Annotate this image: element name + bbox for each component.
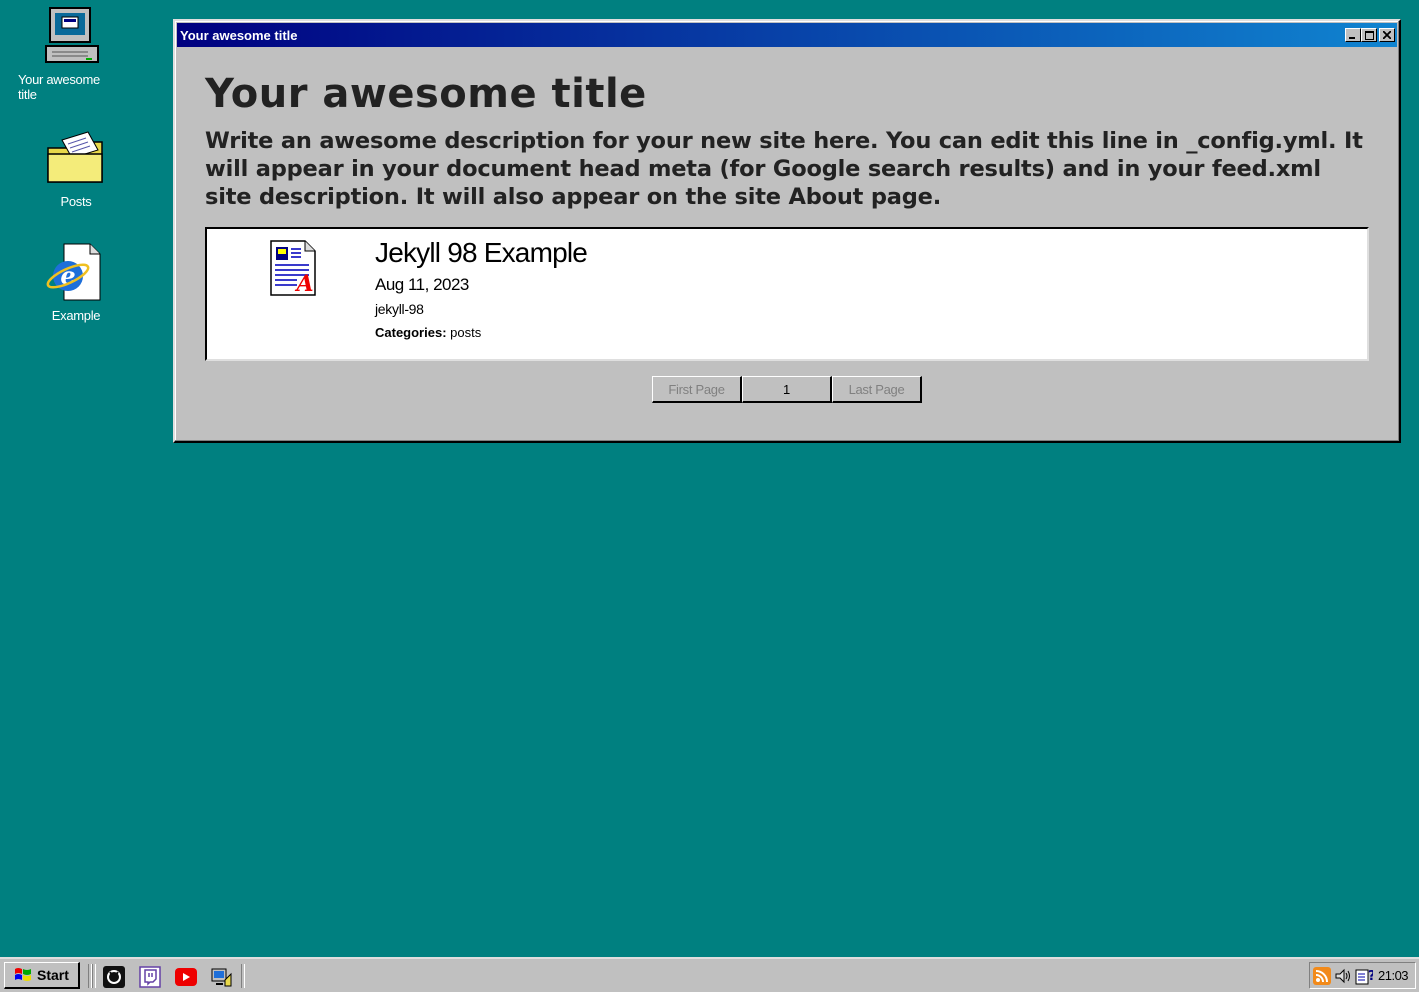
site-description: Write an awesome description for your ne…: [205, 128, 1363, 210]
volume-icon[interactable]: [1334, 967, 1352, 985]
first-page-button[interactable]: First Page: [652, 376, 742, 403]
post-title-link[interactable]: Jekyll 98 Example: [375, 235, 588, 271]
categories-label: Categories:: [375, 325, 447, 340]
twitch-icon[interactable]: [139, 966, 161, 988]
taskbar-separator: [241, 964, 245, 988]
svg-text:?: ?: [1368, 969, 1373, 984]
youtube-icon[interactable]: [175, 966, 197, 988]
svg-text:A: A: [294, 271, 313, 297]
start-label: Start: [37, 967, 69, 983]
desktop-icon-label: Your awesome title: [18, 72, 100, 102]
github-icon[interactable]: [103, 966, 125, 988]
pagination: First Page 1 Last Page: [205, 376, 1369, 403]
system-tray: ? 21:03: [1309, 962, 1416, 989]
my-computer-icon: [42, 4, 106, 68]
help-icon[interactable]: ?: [1355, 967, 1373, 985]
post-date: Aug 11, 2023: [375, 275, 469, 294]
post-categories: Categories: posts: [375, 325, 587, 340]
current-page-button[interactable]: 1: [742, 376, 832, 403]
page-title: Your awesome title: [205, 71, 647, 117]
internet-explorer-icon: e: [44, 240, 108, 304]
desktop-icon-your-awesome-title[interactable]: Your awesome title: [14, 4, 114, 102]
taskbar: Start ? 21:03: [0, 957, 1419, 992]
windows-logo-icon: [15, 968, 31, 981]
post-list: A Jekyll 98 Example Aug 11, 2023 jekyll-…: [205, 227, 1369, 361]
folder-icon: [44, 126, 108, 190]
post-item: Jekyll 98 Example Aug 11, 2023 jekyll-98…: [375, 235, 588, 340]
maximize-button[interactable]: [1361, 28, 1377, 42]
minimize-button[interactable]: [1345, 28, 1361, 42]
categories-value[interactable]: posts: [450, 325, 481, 340]
taskbar-separator: [92, 964, 96, 988]
window-content: Your awesome title Write an awesome desc…: [175, 69, 1399, 403]
post-slug: jekyll-98: [375, 301, 424, 317]
start-button[interactable]: Start: [4, 962, 80, 989]
minimize-icon: [1349, 37, 1355, 39]
desktop-icon-label: Example: [51, 308, 101, 323]
main-window: Your awesome title Your awesome title Wr…: [173, 19, 1401, 443]
desktop-icon-posts[interactable]: Posts: [26, 126, 126, 209]
desktop-icon-example[interactable]: e Example: [26, 240, 126, 323]
clock[interactable]: 21:03: [1378, 968, 1409, 983]
close-button[interactable]: [1379, 28, 1395, 42]
window-titlebar[interactable]: Your awesome title: [177, 23, 1397, 47]
desktop-icon-label: Posts: [60, 194, 92, 209]
close-icon: [1383, 31, 1391, 39]
window-controls: [1345, 28, 1395, 42]
rss-icon[interactable]: [1313, 966, 1331, 985]
document-icon[interactable]: A: [269, 239, 319, 297]
last-page-button[interactable]: Last Page: [832, 376, 922, 403]
maximize-icon: [1364, 30, 1374, 40]
show-desktop-icon[interactable]: [211, 966, 233, 988]
window-title: Your awesome title: [180, 27, 298, 43]
